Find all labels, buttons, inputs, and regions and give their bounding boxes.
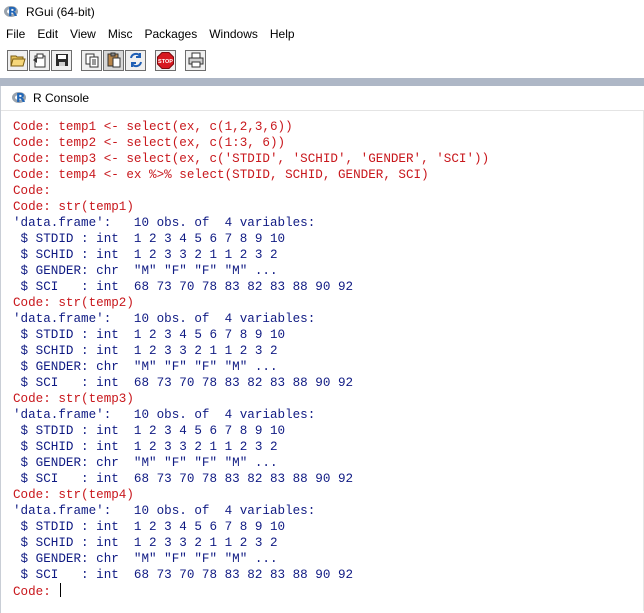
menu-file[interactable]: File [0, 25, 31, 43]
paste-button[interactable] [103, 49, 124, 71]
console-title: R Console [33, 91, 90, 105]
console-title-bar[interactable]: R R Console [1, 86, 644, 111]
toolbar: STOP [0, 44, 644, 76]
console-command-line: Code: temp1 <- select(ex, c(1,2,3,6)) [13, 120, 293, 134]
console-output-line: $ SCHID : int 1 2 3 3 2 1 1 2 3 2 [13, 248, 278, 262]
console-output-line: $ SCHID : int 1 2 3 3 2 1 1 2 3 2 [13, 536, 278, 550]
menu-bar: File Edit View Misc Packages Windows Hel… [0, 24, 644, 43]
menu-windows[interactable]: Windows [203, 25, 264, 43]
console-output-line: $ GENDER: chr "M" "F" "F" "M" ... [13, 456, 278, 470]
console-output-line: $ STDID : int 1 2 3 4 5 6 7 8 9 10 [13, 232, 286, 246]
console-output-line: $ SCI : int 68 73 70 78 83 82 83 88 90 9… [13, 568, 354, 582]
console-output[interactable]: Code: temp1 <- select(ex, c(1,2,3,6)) Cod… [1, 111, 644, 599]
window-title: RGui (64-bit) [26, 5, 95, 19]
menu-help[interactable]: Help [264, 25, 301, 43]
stop-icon-label: STOP [158, 59, 173, 65]
save-workspace-icon [55, 54, 68, 66]
print-button[interactable] [185, 49, 206, 71]
menu-misc[interactable]: Misc [102, 25, 139, 43]
console-output-line: 'data.frame': 10 obs. of 4 variables: [13, 216, 316, 230]
console-output-line: 'data.frame': 10 obs. of 4 variables: [13, 312, 316, 326]
console-prompt-line[interactable]: Code: [13, 583, 644, 599]
save-workspace-button[interactable] [51, 49, 72, 71]
console-output-line: $ SCHID : int 1 2 3 3 2 1 1 2 3 2 [13, 440, 278, 454]
console-output-line: $ SCI : int 68 73 70 78 83 82 83 88 90 9… [13, 376, 354, 390]
console-output-line: $ GENDER: chr "M" "F" "F" "M" ... [13, 552, 278, 566]
copy-paste-icon [129, 52, 142, 68]
load-workspace-button[interactable] [29, 49, 50, 71]
copy-button[interactable] [81, 49, 102, 71]
console-output-line: $ GENDER: chr "M" "F" "F" "M" ... [13, 360, 278, 374]
console-command-line: Code: temp3 <- select(ex, c('STDID', 'SC… [13, 152, 490, 166]
console-command-line: Code: str(temp2) [13, 296, 134, 310]
load-workspace-icon [32, 53, 45, 68]
console-command-line: Code: str(temp1) [13, 200, 134, 214]
console-output-line: $ STDID : int 1 2 3 4 5 6 7 8 9 10 [13, 424, 286, 438]
console-output-line: 'data.frame': 10 obs. of 4 variables: [13, 504, 316, 518]
console-command-line: Code: [13, 184, 51, 198]
stop-icon: STOP [157, 51, 174, 69]
open-script-icon [9, 55, 26, 67]
copy-icon [85, 53, 98, 68]
title-bar: R RGui (64-bit) [0, 0, 644, 24]
console-command-line: Code: temp2 <- select(ex, c(1:3, 6)) [13, 136, 286, 150]
console-output-line: $ SCI : int 68 73 70 78 83 82 83 88 90 9… [13, 472, 354, 486]
console-prompt: Code: [13, 585, 59, 599]
console-command-line: Code: temp4 <- ex %>% select(STDID, SCHI… [13, 168, 429, 182]
menu-packages[interactable]: Packages [139, 25, 204, 43]
console-command-line: Code: str(temp4) [13, 488, 134, 502]
console-output-line: $ STDID : int 1 2 3 4 5 6 7 8 9 10 [13, 328, 286, 342]
console-output-line: $ GENDER: chr "M" "F" "F" "M" ... [13, 264, 278, 278]
mdi-client-area: R R Console Code: temp1 <- select(ex, c(… [0, 78, 644, 613]
console-output-line: 'data.frame': 10 obs. of 4 variables: [13, 408, 316, 422]
r-logo-icon: R [4, 5, 20, 19]
console-command-line: Code: str(temp3) [13, 392, 134, 406]
stop-button[interactable]: STOP [155, 49, 176, 71]
console-output-line: $ SCI : int 68 73 70 78 83 82 83 88 90 9… [13, 280, 354, 294]
print-icon [188, 52, 203, 68]
open-script-button[interactable] [7, 49, 28, 71]
r-console-window[interactable]: R R Console Code: temp1 <- select(ex, c(… [0, 86, 644, 613]
console-output-line: $ SCHID : int 1 2 3 3 2 1 1 2 3 2 [13, 344, 278, 358]
r-console-icon: R [12, 91, 28, 105]
menu-edit[interactable]: Edit [31, 25, 64, 43]
menu-view[interactable]: View [64, 25, 102, 43]
paste-icon [107, 52, 120, 68]
text-cursor [60, 583, 62, 597]
copy-paste-button[interactable] [125, 49, 146, 71]
console-output-line: $ STDID : int 1 2 3 4 5 6 7 8 9 10 [13, 520, 286, 534]
